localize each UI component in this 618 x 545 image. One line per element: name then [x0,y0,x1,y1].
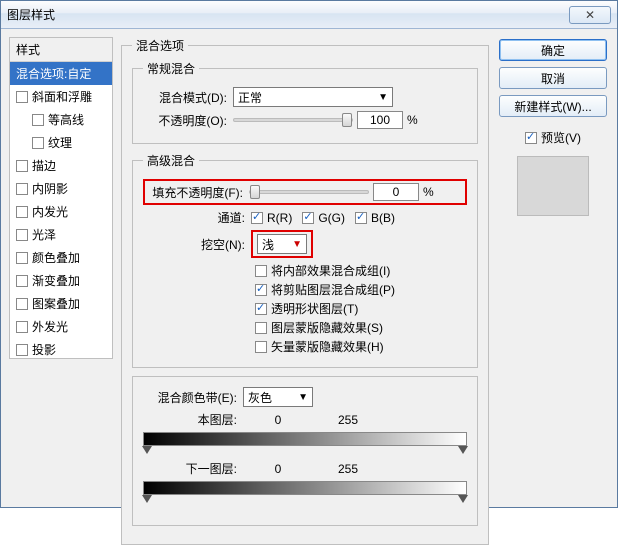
opacity-label: 不透明度(O): [143,112,233,129]
style-item[interactable]: 斜面和浮雕 [10,85,112,108]
advanced-option[interactable]: 矢量蒙版隐藏效果(H) [255,338,467,355]
blend-if-select[interactable]: 灰色 ▼ [243,387,313,407]
fill-opacity-row: 填充不透明度(F): 0 % [143,179,467,205]
chevron-down-icon: ▼ [298,392,308,403]
checkbox-icon [16,275,28,287]
style-item[interactable]: 颜色叠加 [10,246,112,269]
checkbox-icon [255,284,267,296]
under-layer-label: 下一图层: [143,460,243,477]
checkbox-icon [16,183,28,195]
checkbox-icon [16,252,28,264]
checkbox-icon [16,206,28,218]
advanced-blend-group: 高级混合 填充不透明度(F): 0 % 通道: R(R) G(G) B(B) [132,152,478,368]
checkbox-icon [255,265,267,277]
blend-options-group: 混合选项 常规混合 混合模式(D): 正常 ▼ 不透明度(O): [121,37,489,545]
fill-opacity-input[interactable]: 0 [373,183,419,201]
style-item[interactable]: 图案叠加 [10,292,112,315]
knockout-label: 挖空(N): [143,236,251,253]
preview-checkbox[interactable]: 预览(V) [525,129,581,146]
preview-swatch [517,156,589,216]
blend-if-label: 混合颜色带(E): [143,389,243,406]
opacity-input[interactable]: 100 [357,111,403,129]
style-item[interactable]: 内阴影 [10,177,112,200]
slider-handle[interactable] [142,495,152,503]
styles-column: 样式 混合选项:自定 斜面和浮雕等高线纹理描边内阴影内发光光泽颜色叠加渐变叠加图… [9,37,113,499]
style-item-blend-options[interactable]: 混合选项:自定 [10,62,112,85]
checkbox-icon [255,303,267,315]
fill-opacity-thumb[interactable] [250,185,260,199]
checkbox-icon [16,321,28,333]
opacity-thumb[interactable] [342,113,352,127]
checkbox-icon [255,341,267,353]
slider-handle[interactable] [458,495,468,503]
knockout-highlight: 浅 ▼ [251,230,313,258]
blend-options-legend: 混合选项 [132,37,188,54]
styles-header: 样式 [10,38,112,62]
style-item[interactable]: 等高线 [10,108,112,131]
checkbox-icon [16,344,28,356]
checkbox-icon [32,137,44,149]
checkbox-icon [16,298,28,310]
blend-mode-label: 混合模式(D): [143,89,233,106]
style-item[interactable]: 光泽 [10,223,112,246]
advanced-option[interactable]: 将内部效果混合成组(I) [255,262,467,279]
window-title: 图层样式 [7,6,569,23]
general-blend-group: 常规混合 混合模式(D): 正常 ▼ 不透明度(O): 100 [132,60,478,144]
checkbox-icon [251,212,263,224]
chevron-down-icon: ▼ [292,239,302,250]
checkbox-icon [16,91,28,103]
checkbox-icon [16,160,28,172]
advanced-blend-legend: 高级混合 [143,152,199,169]
checkbox-icon [355,212,367,224]
channels-label: 通道: [143,209,251,226]
knockout-select[interactable]: 浅 ▼ [257,234,307,254]
layer-style-dialog: 图层样式 ✕ 样式 混合选项:自定 斜面和浮雕等高线纹理描边内阴影内发光光泽颜色… [0,0,618,508]
style-item[interactable]: 外发光 [10,315,112,338]
advanced-option[interactable]: 将剪贴图层混合成组(P) [255,281,467,298]
advanced-option[interactable]: 图层蒙版隐藏效果(S) [255,319,467,336]
titlebar[interactable]: 图层样式 ✕ [1,1,617,29]
this-layer-gradient[interactable] [143,432,467,446]
style-item[interactable]: 描边 [10,154,112,177]
fill-opacity-slider[interactable] [249,190,369,194]
slider-handle[interactable] [142,446,152,454]
opacity-unit: % [407,113,418,127]
under-layer-gradient[interactable] [143,481,467,495]
checkbox-icon [16,229,28,241]
general-blend-legend: 常规混合 [143,60,199,77]
this-layer-label: 本图层: [143,411,243,428]
advanced-option[interactable]: 透明形状图层(T) [255,300,467,317]
style-item[interactable]: 内发光 [10,200,112,223]
buttons-column: 确定 取消 新建样式(W)... 预览(V) [497,37,609,499]
checkbox-icon [32,114,44,126]
checkbox-icon [255,322,267,334]
ok-button[interactable]: 确定 [499,39,607,61]
style-item[interactable]: 纹理 [10,131,112,154]
checkbox-icon [302,212,314,224]
blend-mode-select[interactable]: 正常 ▼ [233,87,393,107]
chevron-down-icon: ▼ [378,92,388,103]
new-style-button[interactable]: 新建样式(W)... [499,95,607,117]
fill-opacity-unit: % [423,185,434,199]
style-item[interactable]: 渐变叠加 [10,269,112,292]
styles-list: 样式 混合选项:自定 斜面和浮雕等高线纹理描边内阴影内发光光泽颜色叠加渐变叠加图… [9,37,113,359]
checkbox-icon [525,132,537,144]
cancel-button[interactable]: 取消 [499,67,607,89]
channel-r[interactable]: R(R) [251,211,292,225]
close-button[interactable]: ✕ [569,6,611,24]
dialog-body: 样式 混合选项:自定 斜面和浮雕等高线纹理描边内阴影内发光光泽颜色叠加渐变叠加图… [1,29,617,507]
channel-b[interactable]: B(B) [355,211,395,225]
channel-g[interactable]: G(G) [302,211,345,225]
opacity-slider[interactable] [233,118,353,122]
slider-handle[interactable] [458,446,468,454]
style-item[interactable]: 投影 [10,338,112,359]
close-icon: ✕ [585,8,595,22]
fill-opacity-label: 填充不透明度(F): [149,184,249,201]
blend-if-group: 混合颜色带(E): 灰色 ▼ 本图层: 0 255 [132,376,478,526]
options-column: 混合选项 常规混合 混合模式(D): 正常 ▼ 不透明度(O): [121,37,489,499]
